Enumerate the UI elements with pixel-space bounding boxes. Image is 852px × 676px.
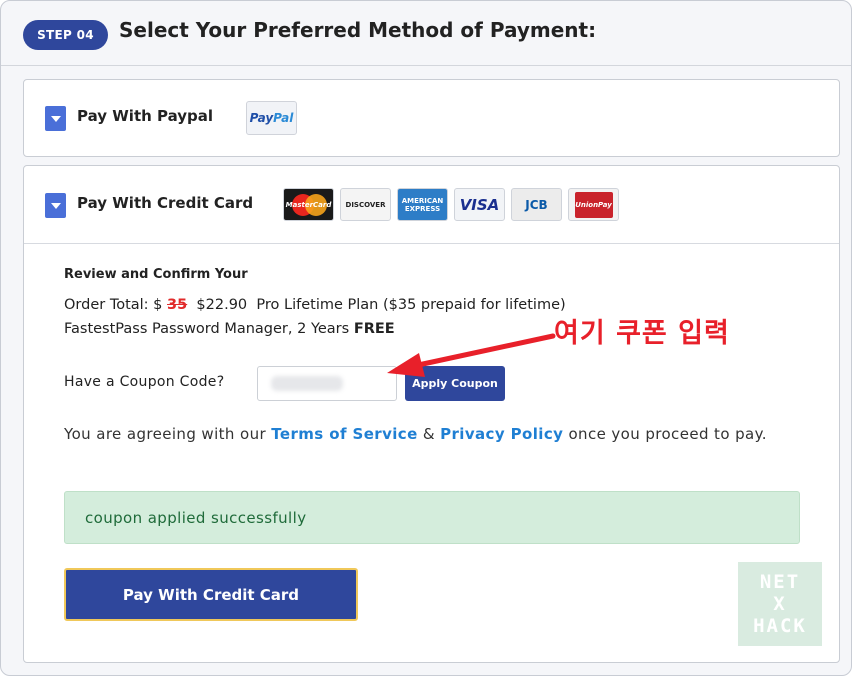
mastercard-logo: MasterCard [283, 188, 334, 221]
paypal-logo-pal: Pal [273, 111, 294, 125]
card-logos: MasterCard DISCOVER AMERICAN EXPRESS VIS… [283, 188, 619, 221]
chevron-down-icon [50, 115, 61, 122]
header-divider [1, 65, 851, 66]
page-title: Select Your Preferred Method of Payment: [119, 18, 597, 42]
order-total-label: Order Total: $ [64, 297, 163, 313]
chevron-down-icon [50, 202, 61, 209]
coupon-code-redacted [271, 376, 343, 391]
panel-divider [24, 243, 839, 244]
terms-of-service-link[interactable]: Terms of Service [271, 425, 417, 443]
plan-description: Pro Lifetime Plan ($35 prepaid for lifet… [256, 297, 566, 313]
unionpay-logo-text: UnionPay [575, 200, 612, 209]
amex-logo-line2: EXPRESS [404, 204, 441, 213]
watermark-line2: X [773, 593, 787, 615]
terms-ampersand: & [422, 425, 435, 443]
jcb-logo: JCB [511, 188, 562, 221]
unionpay-logo: UnionPay [568, 188, 619, 221]
privacy-policy-link[interactable]: Privacy Policy [440, 425, 563, 443]
pay-with-credit-card-button[interactable]: Pay With Credit Card [64, 568, 358, 621]
paypal-toggle-button[interactable] [45, 106, 66, 131]
nethack-watermark-logo: NET X HACK [738, 562, 822, 646]
mastercard-logo-text: MasterCard [285, 200, 332, 209]
visa-logo: VISA [454, 188, 505, 221]
credit-card-panel: Pay With Credit Card MasterCard DISCOVER… [23, 165, 840, 663]
amex-logo-line1: AMERICAN [401, 196, 444, 205]
amex-logo: AMERICAN EXPRESS [397, 188, 448, 221]
bundle-line: FastestPass Password Manager, 2 Years FR… [64, 321, 395, 337]
watermark-line3: HACK [753, 615, 807, 637]
discounted-price: $22.90 [196, 297, 248, 313]
credit-card-toggle-button[interactable] [45, 193, 66, 218]
terms-notice: You are agreeing with our Terms of Servi… [64, 421, 804, 448]
bundle-description: FastestPass Password Manager, 2 Years [64, 321, 350, 337]
review-title: Review and Confirm Your [64, 267, 248, 282]
paypal-logo-pay: Pay [249, 111, 274, 125]
watermark-line1: NET [759, 571, 801, 593]
original-price: 35 [167, 297, 188, 313]
annotation-arrow-icon [387, 333, 556, 377]
coupon-success-alert: coupon applied successfully [64, 491, 800, 544]
paypal-logo: Pay Pal [246, 101, 297, 135]
paypal-option-label[interactable]: Pay With Paypal [77, 107, 213, 125]
step-badge: STEP 04 [23, 20, 108, 50]
paypal-panel[interactable]: Pay With Paypal Pay Pal [23, 79, 840, 157]
terms-prefix: You are agreeing with our [64, 425, 267, 443]
terms-suffix: once you proceed to pay. [568, 425, 767, 443]
credit-card-option-label[interactable]: Pay With Credit Card [77, 194, 253, 212]
order-total: Order Total: $ 35 $22.90 Pro Lifetime Pl… [64, 297, 566, 313]
payment-step-frame: STEP 04 Select Your Preferred Method of … [0, 0, 852, 676]
coupon-label: Have a Coupon Code? [64, 374, 225, 390]
annotation-text: 여기 쿠폰 입력 [554, 318, 730, 349]
discover-logo: DISCOVER [340, 188, 391, 221]
